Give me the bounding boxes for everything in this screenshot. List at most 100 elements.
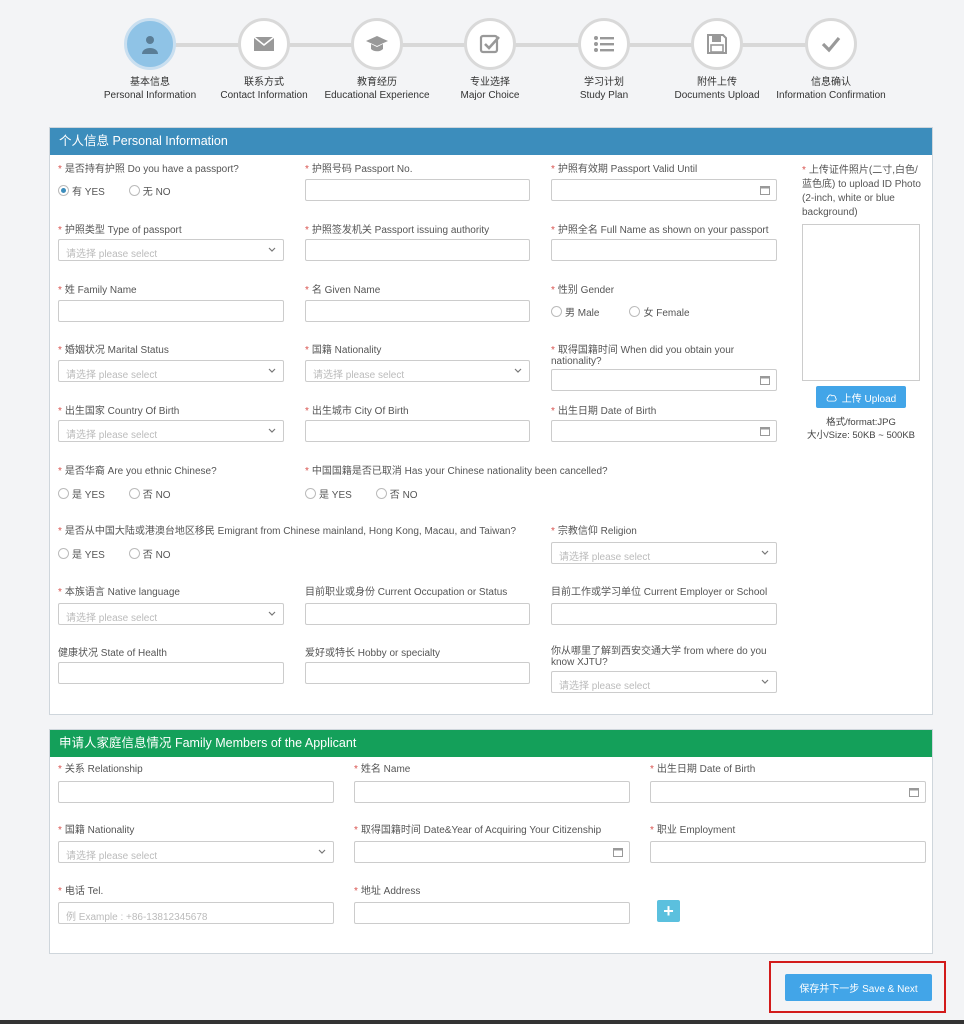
city-birth-input[interactable] <box>305 420 530 442</box>
select-placeholder: 请选择 please select <box>66 370 158 381</box>
cancelled-yes-option[interactable]: 是 YES <box>305 486 352 501</box>
member-nationality-select[interactable]: 请选择 please select <box>58 841 334 863</box>
gender-male-option[interactable]: 男 Male <box>551 304 599 319</box>
required-marker: * <box>58 345 62 356</box>
date-birth-input[interactable] <box>551 420 777 442</box>
employer-label-wrap: 目前工作或学习单位 Current Employer or School <box>551 587 767 598</box>
given-name-input[interactable] <box>305 300 530 322</box>
tel-input[interactable]: 例 Example : +86-13812345678 <box>58 902 334 924</box>
add-family-member-button[interactable]: + <box>657 900 680 922</box>
radio-button[interactable] <box>58 185 69 196</box>
calendar-icon[interactable] <box>760 375 770 385</box>
radio-button[interactable] <box>128 185 140 196</box>
country-birth-label-wrap: * 出生国家 Country Of Birth <box>58 406 179 417</box>
know-xjtu-select[interactable]: 请选择 please select <box>551 671 777 693</box>
required-marker: * <box>354 764 358 775</box>
passport-valid-label-wrap: * 护照有效期 Passport Valid Until <box>551 164 697 175</box>
citizenship-date-input[interactable] <box>354 841 630 863</box>
required-marker: * <box>305 466 309 477</box>
radio-label: 女 Female <box>643 308 690 319</box>
emigrant-no-option[interactable]: 否 NO <box>128 546 171 561</box>
family-name-input[interactable] <box>58 300 284 322</box>
list-icon <box>594 36 614 52</box>
hobby-input[interactable] <box>305 662 530 684</box>
radio-label: 有 YES <box>72 187 105 198</box>
save-next-button[interactable]: 保存并下一步 Save & Next <box>785 974 932 1001</box>
calendar-icon[interactable] <box>613 847 623 857</box>
required-marker: * <box>551 345 555 356</box>
panel-title: 申请人家庭信息情况 Family Members of the Applican… <box>50 730 932 757</box>
field-label: 宗教信仰 Religion <box>557 526 637 537</box>
citizenship-date-label-wrap: * 取得国籍时间 Date&Year of Acquiring Your Citi… <box>354 825 601 836</box>
ethnic-no-option[interactable]: 否 NO <box>128 486 171 501</box>
field-label: 护照类型 Type of passport <box>64 225 182 236</box>
religion-select[interactable]: 请选择 please select <box>551 542 777 564</box>
radio-label: 是 YES <box>319 490 352 501</box>
field-label: 你从哪里了解到西安交通大学 from where do you know XJT… <box>551 646 767 668</box>
required-marker: * <box>58 886 62 897</box>
envelope-icon <box>253 36 275 51</box>
gender-female-option[interactable]: 女 Female <box>629 304 690 319</box>
required-marker: * <box>58 466 62 477</box>
radio-button[interactable] <box>128 548 140 559</box>
required-marker: * <box>305 164 309 175</box>
select-placeholder: 请选择 please select <box>313 370 405 381</box>
family-members-panel: 申请人家庭信息情况 Family Members of the Applican… <box>49 729 933 954</box>
field-label: 性别 Gender <box>557 285 615 296</box>
marital-status-select[interactable]: 请选择 please select <box>58 360 284 382</box>
select-placeholder: 请选择 please select <box>559 681 651 692</box>
calendar-icon[interactable] <box>909 787 919 797</box>
occupation-input[interactable] <box>305 603 530 625</box>
ethnic-yes-option[interactable]: 是 YES <box>58 486 105 501</box>
radio-button[interactable] <box>375 488 387 499</box>
chevron-down-icon <box>268 611 276 616</box>
field-label: 关系 Relationship <box>64 764 143 775</box>
required-marker: * <box>305 225 309 236</box>
radio-button[interactable] <box>128 488 140 499</box>
nationality-select[interactable]: 请选择 please select <box>305 360 530 382</box>
field-label: 名 Given Name <box>311 285 381 296</box>
passport-type-select[interactable]: 请选择 please select <box>58 239 284 261</box>
radio-button[interactable] <box>58 548 69 559</box>
passport-valid-date-input[interactable] <box>551 179 777 201</box>
calendar-icon[interactable] <box>760 426 770 436</box>
field-label: 护照签发机关 Passport issuing authority <box>311 225 490 236</box>
passport-authority-input[interactable] <box>305 239 530 261</box>
photo-preview-box <box>802 224 920 381</box>
passport-no-input[interactable] <box>305 179 530 201</box>
upload-photo-button[interactable]: 上传 Upload <box>816 386 906 408</box>
radio-button[interactable] <box>305 488 316 499</box>
emigrant-yes-option[interactable]: 是 YES <box>58 546 105 561</box>
upload-button-label: 上传 Upload <box>841 393 897 405</box>
field-label: 爱好或特长 Hobby or specialty <box>305 648 441 659</box>
address-input[interactable] <box>354 902 630 924</box>
radio-label: 否 NO <box>389 490 418 501</box>
full-name-input[interactable] <box>551 239 777 261</box>
member-name-label-wrap: * 姓名 Name <box>354 764 410 775</box>
step-information-confirmation[interactable]: 信息确认 Information Confirmation <box>756 18 906 102</box>
employment-input[interactable] <box>650 841 926 863</box>
calendar-icon[interactable] <box>760 185 770 195</box>
member-dob-input[interactable] <box>650 781 926 803</box>
required-marker: * <box>551 285 555 296</box>
member-name-input[interactable] <box>354 781 630 803</box>
cancelled-no-option[interactable]: 否 NO <box>375 486 418 501</box>
emigrant-radio-group: 是 YES 否 NO <box>58 546 195 561</box>
employer-input[interactable] <box>551 603 777 625</box>
field-label: 出生日期 Date of Birth <box>557 406 657 417</box>
relationship-input[interactable] <box>58 781 334 803</box>
radio-button[interactable] <box>58 488 69 499</box>
nationality-date-input[interactable] <box>551 369 777 391</box>
required-marker: * <box>58 764 62 775</box>
step-label-zh: 信息确认 <box>811 77 851 88</box>
passport-yes-option[interactable]: 有 YES <box>58 183 105 198</box>
radio-button[interactable] <box>551 306 562 317</box>
select-placeholder: 请选择 please select <box>66 851 158 862</box>
country-birth-select[interactable]: 请选择 please select <box>58 420 284 442</box>
passport-no-option[interactable]: 无 NO <box>128 183 171 198</box>
health-label-wrap: 健康状况 State of Health <box>58 648 167 659</box>
radio-button[interactable] <box>629 306 641 317</box>
field-label: 目前职业或身份 Current Occupation or Status <box>305 587 508 598</box>
health-input[interactable] <box>58 662 284 684</box>
native-language-select[interactable]: 请选择 please select <box>58 603 284 625</box>
